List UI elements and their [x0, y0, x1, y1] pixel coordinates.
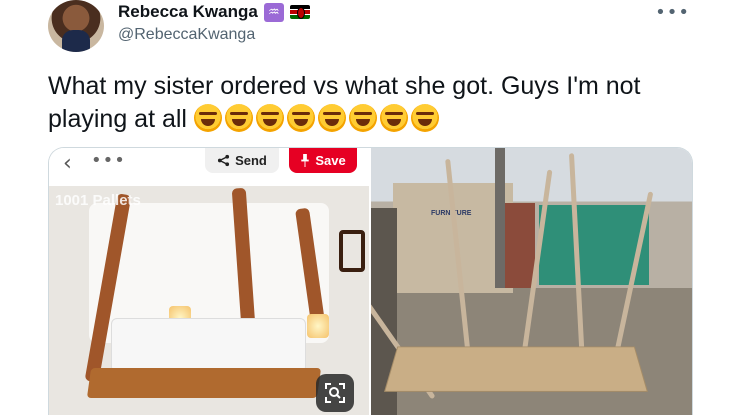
rolling-on-floor-laughing-icon [224, 104, 253, 132]
tweet-card: Rebecca Kwanga ♒ @RebeccaKwanga ••• What… [0, 0, 738, 415]
mattress [111, 318, 306, 373]
kenya-flag-icon [289, 5, 310, 19]
author-handle[interactable]: @RebeccaKwanga [118, 26, 255, 44]
send-button[interactable]: Send [205, 148, 279, 173]
aquarius-icon: ♒ [263, 2, 284, 22]
emoji-row [193, 104, 442, 133]
rolling-on-floor-laughing-icon [255, 104, 284, 132]
rolling-on-floor-laughing-icon [379, 104, 408, 132]
utility-pole [495, 148, 505, 288]
rolling-on-floor-laughing-icon [286, 104, 315, 132]
visual-search-icon [325, 383, 345, 403]
ordered-bed-image[interactable]: ‹ ••• Send Save 1001 Pallets [49, 148, 369, 415]
avatar[interactable] [48, 0, 104, 52]
wall-shelf [339, 230, 365, 272]
author-display-name[interactable]: Rebecca Kwanga [118, 2, 258, 22]
pin-icon [301, 154, 310, 167]
back-chevron-icon[interactable]: ‹ [63, 151, 72, 176]
visual-search-button[interactable] [316, 374, 354, 412]
more-options-icon[interactable]: ••• [655, 2, 690, 23]
rolling-on-floor-laughing-icon [317, 104, 346, 132]
watermark: 1001 Pallets [55, 192, 141, 209]
rolling-on-floor-laughing-icon [193, 104, 222, 132]
pin-toolbar: ‹ ••• Send Save [49, 148, 369, 186]
rolling-on-floor-laughing-icon [348, 104, 377, 132]
received-bed-image[interactable]: FURNITURE [371, 148, 692, 415]
media-grid: ‹ ••• Send Save 1001 Pallets [48, 147, 693, 415]
save-button[interactable]: Save [289, 148, 357, 173]
lamp [307, 314, 329, 338]
send-label: Send [235, 153, 267, 168]
door [505, 203, 535, 288]
share-icon [218, 154, 230, 167]
wooden-platform [384, 346, 648, 392]
author-row: Rebecca Kwanga ♒ [118, 2, 310, 22]
more-dots-icon[interactable]: ••• [91, 150, 126, 171]
save-label: Save [315, 153, 346, 168]
bed-frame [86, 368, 322, 398]
tweet-text: What my sister ordered vs what she got. … [48, 70, 698, 136]
rolling-on-floor-laughing-icon [410, 104, 439, 132]
